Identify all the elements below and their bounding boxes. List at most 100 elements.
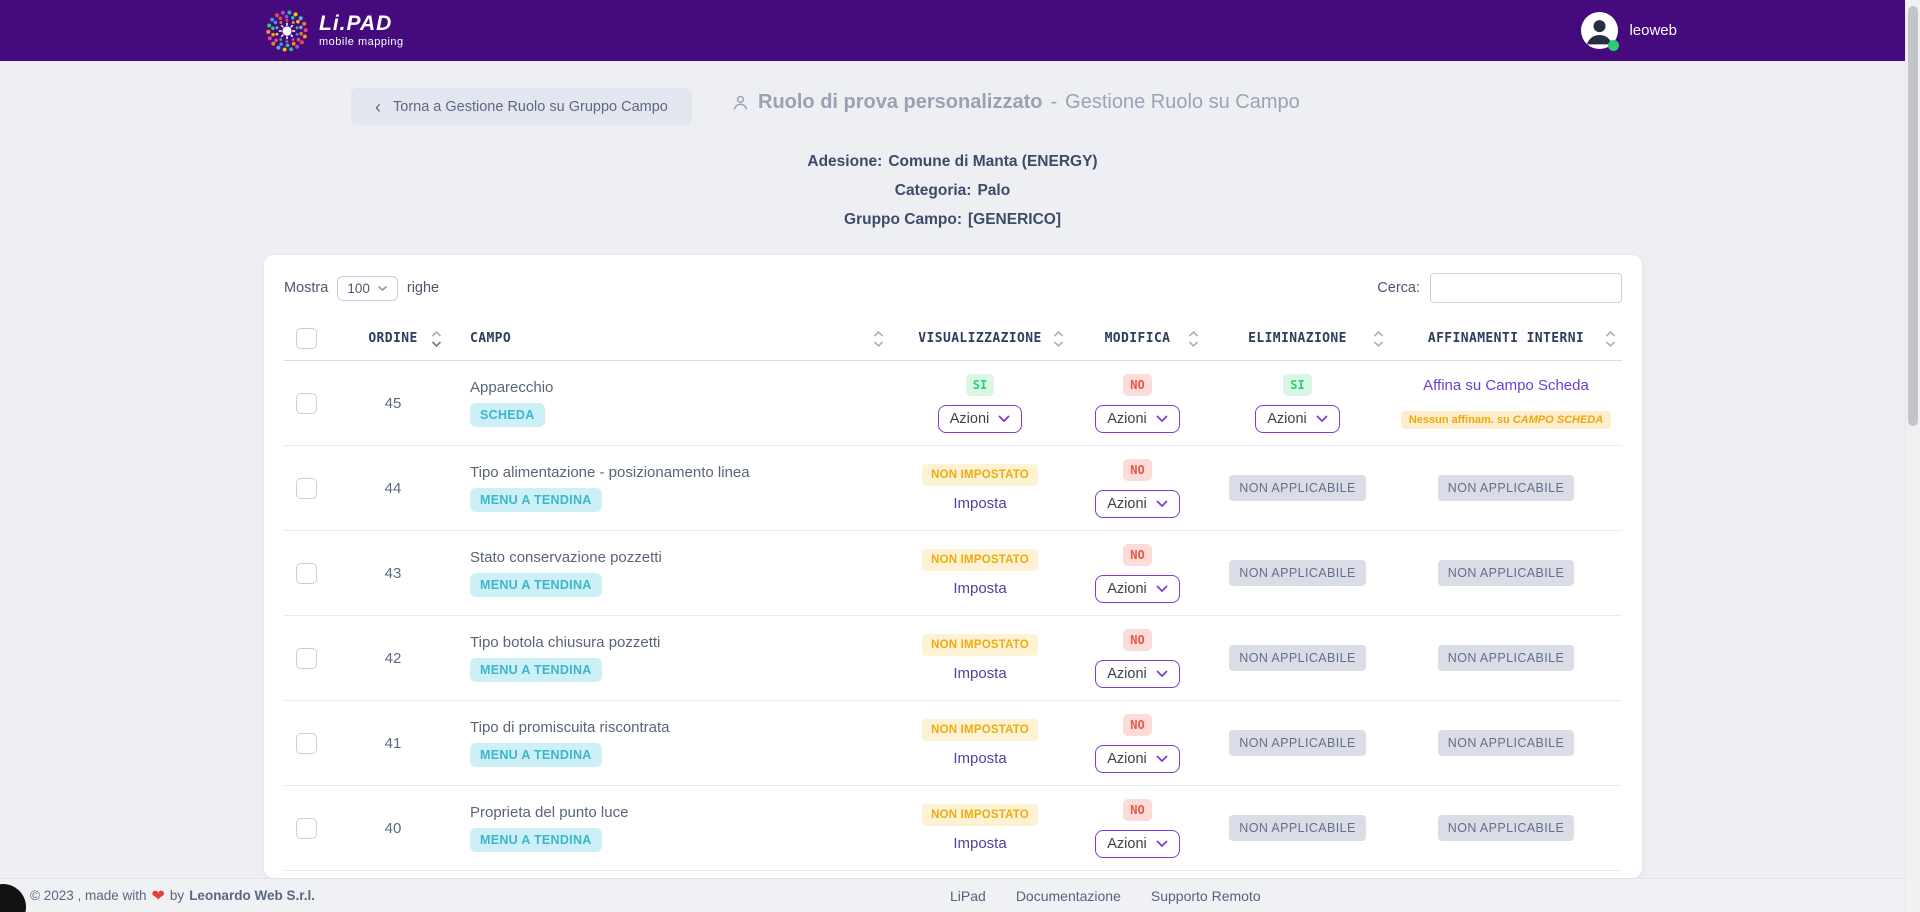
cell-content: NON APPLICABILE [1438,560,1574,586]
imposta-link[interactable]: Imposta [953,580,1006,597]
row-checkbox[interactable] [296,393,317,414]
table-row: 42 Tipo botola chiusura pozzetti MENU A … [284,616,1622,701]
campo-cell: Stato conservazione pozzetti MENU A TEND… [458,549,890,597]
company-name: Leonardo Web S.r.l. [189,888,315,903]
avatar [1581,12,1618,49]
user-menu[interactable]: leoweb [1581,12,1677,49]
row-checkbox[interactable] [296,648,317,669]
azioni-select[interactable]: Azioni [1095,830,1180,858]
sort-control[interactable] [431,330,442,347]
non-impostato-badge: NON IMPOSTATO [922,549,1038,571]
sort-control[interactable] [1605,330,1616,347]
sort-control[interactable] [1373,330,1384,347]
righe-label: righe [407,280,439,296]
non-applicabile-badge: NON APPLICABILE [1229,815,1365,841]
logo-title: Li.PAD [319,13,404,34]
cell-content: NON APPLICABILE [1229,560,1365,586]
select-all-checkbox[interactable] [296,328,317,349]
column-header-ordine[interactable]: ORDINE [328,317,458,360]
page-title-role: Ruolo di prova personalizzato [758,91,1042,114]
back-button[interactable]: ‹ Torna a Gestione Ruolo su Gruppo Campo [351,88,692,125]
footer-link-documentazione[interactable]: Documentazione [1016,888,1121,904]
sort-desc-icon [431,340,442,347]
column-header-affinamenti[interactable]: AFFINAMENTI INTERNI [1390,317,1622,360]
page-size-select[interactable]: 100 [337,276,398,301]
search-input[interactable] [1430,273,1622,303]
column-header-modifica[interactable]: MODIFICA [1070,317,1205,360]
column-header-visualizzazione[interactable]: VISUALIZZAZIONE [890,317,1070,360]
imposta-link[interactable]: Imposta [953,665,1006,682]
status-badge: NO [1123,544,1151,566]
note-prefix: Nessun affinam. su [1409,414,1513,426]
column-header-campo[interactable]: CAMPO [458,317,890,360]
sort-asc-icon [873,330,884,337]
cell-visualizzazione: SIAzioni [890,374,1070,433]
sort-desc-icon [1053,340,1064,347]
row-checkbox[interactable] [296,563,317,584]
non-impostato-badge: NON IMPOSTATO [922,719,1038,741]
ordine-value: 45 [385,395,402,412]
column-header-eliminazione[interactable]: ELIMINAZIONE [1205,317,1390,360]
azioni-select[interactable]: Azioni [1095,575,1180,603]
cell-content: NON APPLICABILE [1438,645,1574,671]
chevron-down-icon [1156,585,1168,593]
imposta-link[interactable]: Imposta [953,750,1006,767]
cell-visualizzazione: NON IMPOSTATO Imposta [890,719,1070,767]
imposta-link[interactable]: Imposta [953,835,1006,852]
sort-control[interactable] [1053,330,1064,347]
sort-asc-icon [431,330,442,337]
non-applicabile-badge: NON APPLICABILE [1438,815,1574,841]
copyright-prefix: © 2023 , made with [30,888,147,903]
mostra-label: Mostra [284,280,328,296]
status-badge: NO [1123,459,1151,481]
azioni-select[interactable]: Azioni [1095,490,1180,518]
username: leoweb [1629,22,1677,39]
cell-content: NON APPLICABILE [1229,645,1365,671]
footer-link-lipad[interactable]: LiPad [950,888,986,904]
campo-name: Proprieta del punto luce [470,804,628,821]
column-label: ELIMINAZIONE [1248,331,1347,346]
logo-burst-icon [264,8,310,54]
row-checkbox[interactable] [296,818,317,839]
row-checkbox[interactable] [296,733,317,754]
azioni-select[interactable]: Azioni [1255,405,1340,433]
azioni-select[interactable]: Azioni [1095,745,1180,773]
sort-control[interactable] [873,330,884,347]
chevron-down-icon [1156,755,1168,763]
sort-control[interactable] [1188,330,1199,347]
campo-name: Apparecchio [470,379,553,396]
cell-content: Affina su Campo Scheda Nessun affinam. su… [1401,377,1611,429]
cell-visualizzazione: NON IMPOSTATO Imposta [890,549,1070,597]
table-controls: Mostra 100 righe Cerca: [284,273,1622,303]
affina-link[interactable]: Affina su Campo Scheda [1423,377,1589,394]
status-badge: NO [1123,629,1151,651]
campo-name: Tipo di promiscuita riscontrata [470,719,670,736]
imposta-link[interactable]: Imposta [953,495,1006,512]
cell-content: NON APPLICABILE [1438,815,1574,841]
adesione-value: Comune di Manta (ENERGY) [888,153,1097,170]
cell-modifica: NOAzioni [1070,799,1205,858]
ordine-value: 43 [385,565,402,582]
cell-affinamenti: NON APPLICABILE [1390,815,1622,841]
adesione-label: Adesione: [807,153,882,170]
row-checkbox[interactable] [296,478,317,499]
app-logo[interactable]: Li.PAD mobile mapping [264,8,404,54]
gruppo-campo-value: [GENERICO] [968,211,1061,228]
chevron-down-icon [1316,415,1328,423]
cell-eliminazione: NON APPLICABILE [1205,560,1390,586]
azioni-select[interactable]: Azioni [938,405,1023,433]
footer-link-supporto[interactable]: Supporto Remoto [1151,888,1261,904]
logo-text: Li.PAD mobile mapping [319,13,404,48]
campo-type-badge: MENU A TENDINA [470,743,602,767]
checkbox-cell [284,563,328,584]
azioni-select[interactable]: Azioni [1095,660,1180,688]
search-control: Cerca: [1377,273,1622,303]
scrollbar-track[interactable] [1905,0,1920,912]
checkbox-cell [284,478,328,499]
cell-visualizzazione: NON IMPOSTATOImposta [890,464,1070,512]
scrollbar-thumb[interactable] [1908,6,1918,426]
ordine-cell: 45 [328,395,458,412]
table-row: 41 Tipo di promiscuita riscontrata MENU … [284,701,1622,786]
cell-content: SIAzioni [1255,374,1340,433]
azioni-select[interactable]: Azioni [1095,405,1180,433]
